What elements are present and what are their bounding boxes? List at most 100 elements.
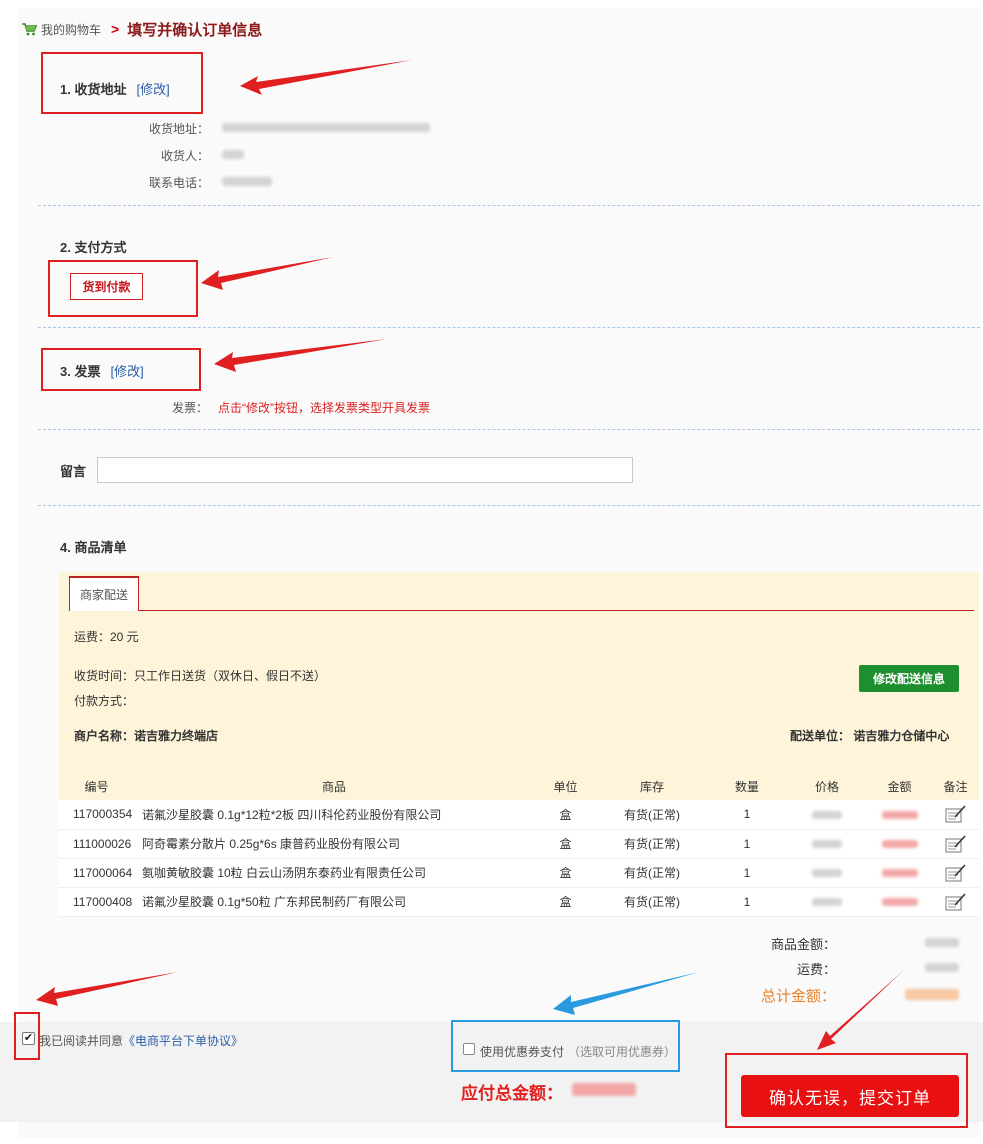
carrier-name: 配送单位： 诺吉雅力仓储中心 [790,729,950,743]
item-price [787,858,867,888]
freight-label: 运费： [796,962,836,977]
col-header-stock: 库存 [597,772,707,800]
item-note[interactable] [932,800,979,830]
edit-note-icon[interactable] [945,805,967,823]
invoice-title-text: 3. 发票 [60,364,101,379]
item-stock: 有货(正常) [597,887,707,917]
goods-amount-label: 商品金额： [770,937,836,952]
address-modify-link[interactable]: [修改] [136,82,169,97]
item-name: 诺氟沙星胶囊 0.1g*50粒 广东邦民制药厂有限公司 [134,887,534,917]
coupon-hint[interactable]: （选取可用优惠券） [568,1045,676,1059]
item-price [787,887,867,917]
item-id: 111000026 [59,829,134,859]
address-label: 收货地址： [148,122,209,136]
agree-label: 我已阅读并同意 [39,1034,124,1048]
merchant-panel: 商家配送 运费：20 元 收货时间：只工作日送货（双休日、假日不送） 付款方式：… [59,572,979,772]
agree-checkbox[interactable]: ✔ [22,1032,35,1045]
payment-way: 付款方式： [74,694,135,708]
agree-text: 我已阅读并同意《电商平台下单协议》 [39,1032,243,1049]
invoice-modify-link[interactable]: [修改] [110,364,143,379]
item-unit: 盒 [534,800,597,830]
item-qty: 1 [707,887,787,917]
tab-merchant-delivery[interactable]: 商家配送 [69,576,139,611]
item-name: 氨咖黄敏胶囊 10粒 白云山汤阴东泰药业有限责任公司 [134,858,534,888]
col-header-product: 商品 [134,772,534,800]
coupon-checkbox[interactable] [463,1043,475,1055]
amount-redacted [881,898,918,907]
edit-note-icon[interactable] [945,834,967,853]
coupon-label: 使用优惠券支付 [480,1045,565,1059]
amount-redacted [881,811,918,820]
item-name: 诺氟沙星胶囊 0.1g*12粒*2板 四川科伦药业股份有限公司 [134,800,534,830]
price-redacted [812,840,842,849]
agreement-link[interactable]: 《电商平台下单协议》 [123,1034,243,1048]
section-divider [38,327,980,328]
shipping-fee: 运费：20 元 [74,630,139,644]
address-title-text: 1. 收货地址 [60,82,127,97]
phone-value-redacted [222,177,272,186]
item-amount [867,887,932,917]
modify-delivery-button[interactable]: 修改配送信息 [859,665,959,692]
table-row: 117000064 氨咖黄敏胶囊 10粒 白云山汤阴东泰药业有限责任公司 盒 有… [59,858,979,888]
pay-total-label: 应付总金额： [461,1084,563,1103]
address-section-title: 1. 收货地址 [修改] [60,79,170,98]
receiver-label: 收货人： [160,149,209,163]
total-amount-redacted [905,989,959,1000]
items-section-title: 4. 商品清单 [60,540,127,555]
address-value-redacted [222,123,430,132]
items-table: 编号 商品 单位 库存 数量 价格 金额 备注 117000354 诺氟沙星胶囊… [59,772,979,917]
message-input[interactable] [97,457,633,483]
item-qty: 1 [707,800,787,830]
shopping-cart-icon [22,22,37,36]
freight-redacted [925,963,959,972]
goods-amount-redacted [925,938,959,947]
col-header-price: 价格 [787,772,867,800]
submit-order-button[interactable]: 确认无误，提交订单 [741,1075,959,1117]
item-note[interactable] [932,887,979,917]
col-header-id: 编号 [59,772,134,800]
item-name: 阿奇霉素分散片 0.25g*6s 康普药业股份有限公司 [134,829,534,859]
coupon-text: 使用优惠券支付 （选取可用优惠券） [480,1043,676,1060]
item-price [787,800,867,830]
breadcrumb-separator: > [111,21,120,37]
item-note[interactable] [932,858,979,888]
edit-note-icon[interactable] [945,892,967,911]
item-qty: 1 [707,829,787,859]
payment-method-cod[interactable]: 货到付款 [70,273,143,300]
table-row: 117000408 诺氟沙星胶囊 0.1g*50粒 广东邦民制药厂有限公司 盒 … [59,887,979,917]
amount-redacted [881,840,918,849]
total-amount-label: 总计金额： [760,988,836,1005]
breadcrumb: 我的购物车 > 填写并确认订单信息 [22,18,262,40]
merchant-name: 商户名称：诺吉雅力终端店 [74,729,219,743]
tab-underline [69,610,974,611]
item-id: 117000064 [59,858,134,888]
item-amount [867,858,932,888]
amount-redacted [881,869,918,878]
item-unit: 盒 [534,858,597,888]
edit-note-icon[interactable] [945,863,967,882]
payment-section-title: 2. 支付方式 [60,240,127,255]
delivery-time: 收货时间：只工作日送货（双休日、假日不送） [74,669,327,683]
section-divider [38,205,980,206]
item-qty: 1 [707,858,787,888]
item-id: 117000408 [59,887,134,917]
item-note[interactable] [932,829,979,859]
col-header-note: 备注 [932,772,979,800]
invoice-hint: 点击“修改”按钮，选择发票类型开具发票 [218,401,431,415]
phone-label: 联系电话： [148,176,209,190]
breadcrumb-cart-link[interactable]: 我的购物车 [41,21,101,38]
item-unit: 盒 [534,887,597,917]
item-amount [867,800,932,830]
section-divider [38,505,980,506]
item-unit: 盒 [534,829,597,859]
item-stock: 有货(正常) [597,829,707,859]
price-redacted [812,898,842,907]
item-id: 117000354 [59,800,134,830]
page-title: 填写并确认订单信息 [127,21,263,39]
invoice-note: 发票： 点击“修改”按钮，选择发票类型开具发票 [172,399,430,416]
table-row: 111000026 阿奇霉素分散片 0.25g*6s 康普药业股份有限公司 盒 … [59,829,979,859]
item-price [787,829,867,859]
message-label: 留言 [60,464,87,479]
invoice-section-title: 3. 发票 [修改] [60,361,144,380]
invoice-label: 发票： [172,401,209,415]
